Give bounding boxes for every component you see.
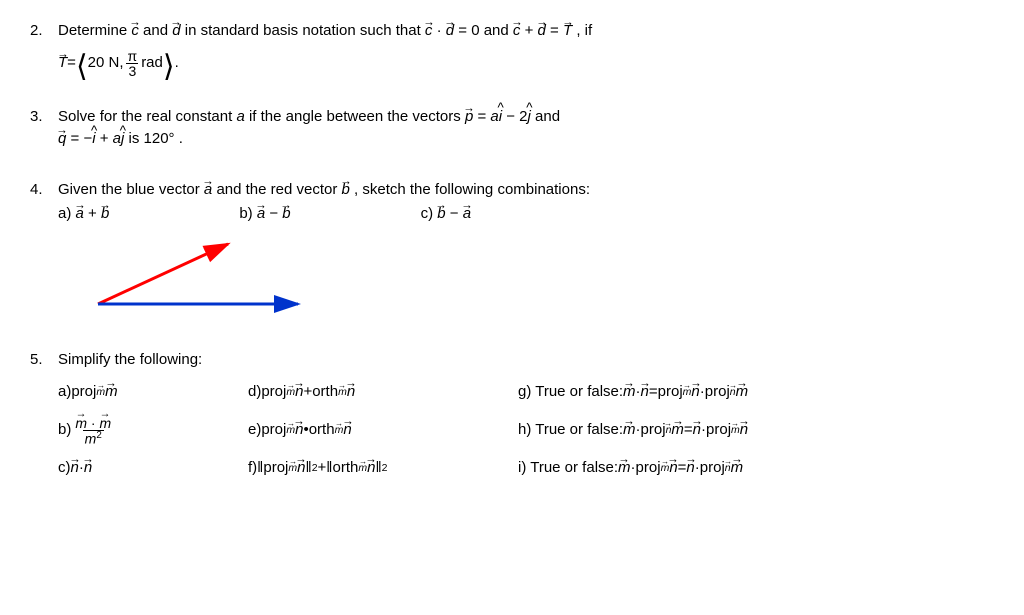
problem-number: 3. — [30, 106, 58, 129]
subpart-h: h) True or false: m · projnm = n · projm… — [518, 412, 938, 450]
subpart-e: e) projmn • orthmn — [248, 412, 478, 450]
equation-q: q = −i + aj is 120° . — [58, 128, 994, 151]
vector-p: p — [465, 106, 473, 129]
problem-text: Simplify the following: a) projmm b) m ·… — [58, 349, 994, 488]
unit-j: j — [528, 106, 531, 129]
subpart-g: g) True or false: m · n = projmn · projn… — [518, 374, 938, 412]
unit-i: i — [499, 106, 502, 129]
problem-text: Solve for the real constant a if the ang… — [58, 106, 994, 129]
subpart-f: f) projmn2 + orthmn2 — [248, 450, 478, 488]
vectors-diagram — [58, 234, 358, 314]
subpart-d: d) projmn + orthmn — [248, 374, 478, 412]
subpart-b: b) a − b — [239, 203, 290, 226]
vector-a: a — [204, 179, 212, 202]
subpart-i: i) True or false: m · projmn = n · projn… — [518, 450, 938, 488]
problem-5: 5. Simplify the following: a) projmm b) … — [30, 349, 994, 488]
subpart-c: c) n · n — [58, 450, 208, 488]
problem-number: 4. — [30, 179, 58, 202]
angle-bracket-right-icon: ⟩ — [163, 56, 175, 77]
equation-T: T = ⟨ 20 N, π 3 rad ⟩ . — [58, 49, 179, 78]
subpart-b: b) m · m m2 — [58, 412, 208, 450]
fraction-pi-3: π 3 — [126, 49, 140, 78]
problem-3: 3. Solve for the real constant a if the … — [30, 106, 994, 151]
subparts-grid: a) projmm b) m · m m2 c) n · n — [58, 374, 994, 488]
subparts-row: a) a + b b) a − b c) b − a — [58, 203, 994, 226]
vector-d: d — [172, 20, 180, 43]
vector-b: b — [342, 179, 350, 202]
vector-c: c — [131, 20, 139, 43]
problem-text: Given the blue vector a and the red vect… — [58, 179, 994, 322]
angle-bracket-left-icon: ⟨ — [76, 56, 88, 77]
problem-number: 2. — [30, 20, 58, 43]
problem-number: 5. — [30, 349, 58, 372]
subpart-a: a) a + b — [58, 203, 109, 226]
subpart-c: c) b − a — [421, 203, 471, 226]
red-vector-arrow — [98, 244, 228, 304]
vector-q: q — [58, 128, 66, 151]
problem-4: 4. Given the blue vector a and the red v… — [30, 179, 994, 322]
problem-2: 2. Determine c and d in standard basis n… — [30, 20, 994, 78]
problem-text: Determine c and d in standard basis nota… — [58, 20, 994, 43]
